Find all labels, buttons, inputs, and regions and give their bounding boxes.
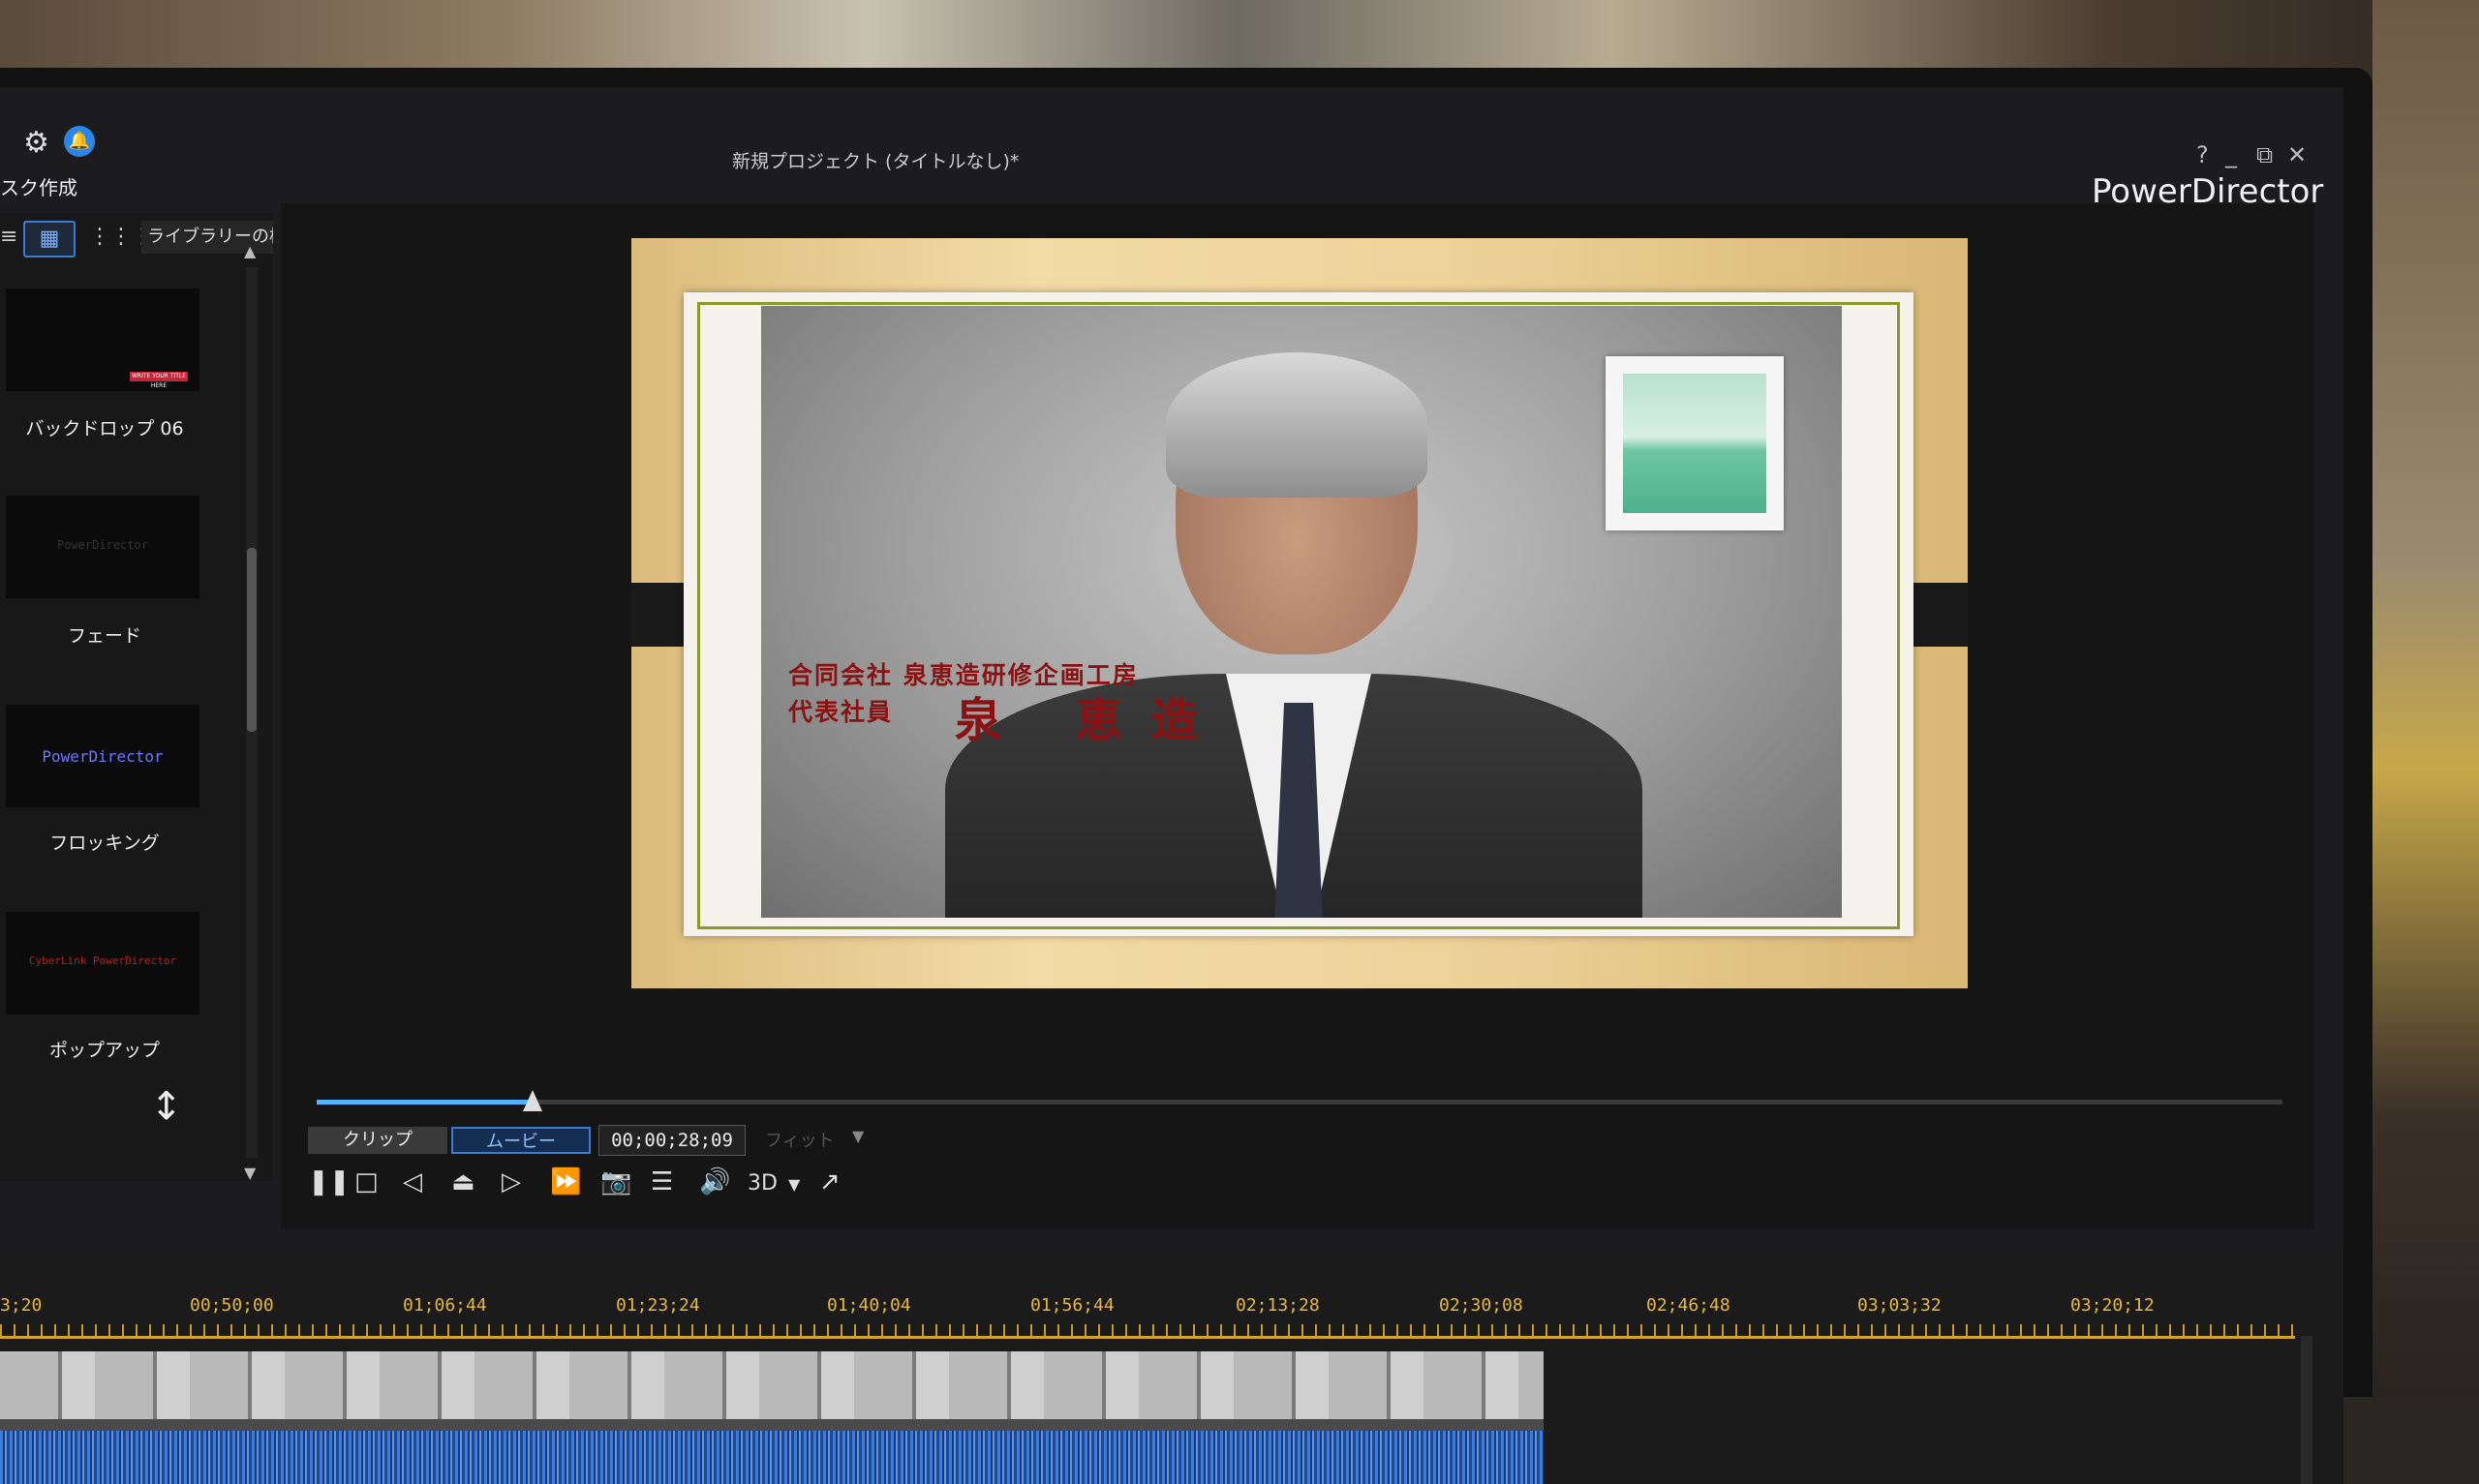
pause-icon[interactable]: ❚❚	[308, 1167, 351, 1196]
list-view-icon[interactable]: ≡	[0, 221, 17, 254]
large-grid-view-icon[interactable]: ▦	[23, 221, 76, 257]
seek-handle[interactable]	[523, 1090, 543, 1111]
clip-audio-waveform	[0, 1431, 1544, 1484]
ruler-label: 03;20;12	[2070, 1295, 2155, 1316]
library-tile-label: ポップアップ	[48, 1040, 160, 1061]
fast-forward-icon[interactable]: ⏩	[550, 1167, 581, 1196]
ruler-label: 01;06;44	[403, 1295, 487, 1316]
painting-canvas	[1623, 374, 1766, 513]
stop-icon[interactable]: □	[354, 1167, 379, 1196]
seek-progress	[317, 1100, 534, 1105]
app-window: ⚙ 🔔 スク作成 新規プロジェクト (タイトルなし)* ? _ ⧉ ✕ Powe…	[0, 87, 2343, 1484]
disc-create-label[interactable]: スク作成	[0, 172, 77, 200]
fit-zoom-select[interactable]: フィット	[765, 1127, 835, 1152]
small-grid-view-icon[interactable]: ⋮⋮⋮	[89, 221, 153, 254]
library-tile-label: フロッキング	[49, 833, 160, 854]
monitor-bezel: ⚙ 🔔 スク作成 新規プロジェクト (タイトルなし)* ? _ ⧉ ✕ Powe…	[0, 68, 2372, 1484]
3d-dropdown-icon[interactable]: ▼	[788, 1175, 800, 1194]
close-icon[interactable]: ✕	[2287, 141, 2307, 168]
settings-gear-icon[interactable]: ⚙	[23, 126, 49, 160]
library-scrollbar[interactable]	[246, 267, 258, 1158]
tile-thumb-text: PowerDirector	[57, 538, 148, 552]
library-tile-label: フェード	[67, 625, 141, 647]
wall-painting	[1606, 356, 1784, 530]
room-background-right	[2372, 0, 2479, 1397]
ruler-label: 01;23;24	[616, 1295, 700, 1316]
clip-thumbnails	[0, 1351, 1544, 1419]
resize-handle-icon[interactable]: ↕	[150, 1084, 183, 1129]
library-scroll-thumb[interactable]	[247, 548, 257, 732]
caption-role: 代表社員	[788, 698, 894, 726]
video-clip[interactable]	[0, 1351, 1544, 1484]
minimize-icon[interactable]: _	[2225, 141, 2237, 168]
undock-preview-icon[interactable]: ↗	[819, 1167, 841, 1196]
timecode-display[interactable]: 00;00;28;09	[598, 1125, 746, 1156]
ruler-label: 03;03;32	[1857, 1295, 1942, 1316]
ruler-label: 02;30;08	[1439, 1295, 1523, 1316]
timeline-scrollbar[interactable]	[2301, 1336, 2312, 1484]
next-frame-icon[interactable]: ▷	[502, 1167, 521, 1196]
prev-frame-icon[interactable]: ◁	[403, 1167, 422, 1196]
caption-name: 泉 恵造	[955, 693, 1227, 747]
scroll-down-icon[interactable]: ▼	[244, 1164, 256, 1182]
subtitle-icon[interactable]: ☰	[651, 1167, 673, 1196]
tile-thumb-text: WRITE YOUR TITLE HERE	[130, 372, 188, 389]
movie-mode-tab[interactable]: ムービー	[451, 1127, 591, 1154]
video-frame: 合同会社 泉恵造研修企画工房 代表社員 泉 恵造	[761, 306, 1842, 918]
project-title: 新規プロジェクト (タイトルなし)*	[732, 151, 1020, 172]
ruler-label: 01;56;44	[1030, 1295, 1115, 1316]
library-tile-label: バックドロップ 06	[25, 418, 184, 439]
clip-mode-tab[interactable]: クリップ	[308, 1127, 447, 1154]
ruler-label: 01;40;04	[827, 1295, 911, 1316]
library-panel: ≡ ▦ ⋮⋮⋮ ライブラリーの検索 WRITE YOUR TITLE HERE …	[0, 213, 273, 1182]
tile-thumb-text: PowerDirector	[42, 747, 164, 766]
export-frame-icon[interactable]: ⏏	[451, 1167, 475, 1196]
help-icon[interactable]: ?	[2196, 141, 2209, 168]
library-tile-backdrop[interactable]: WRITE YOUR TITLE HERE	[6, 288, 199, 391]
library-tile-flocking[interactable]: PowerDirector	[6, 705, 199, 807]
person-hair	[1166, 352, 1427, 498]
notification-bell-icon[interactable]: 🔔	[64, 126, 95, 157]
ruler-label: 02;46;48	[1646, 1295, 1730, 1316]
title-card: 合同会社 泉恵造研修企画工房 代表社員 泉 恵造	[684, 292, 1913, 936]
fit-dropdown-icon[interactable]: ▼	[852, 1127, 864, 1145]
ruler-label: 02;13;28	[1236, 1295, 1320, 1316]
library-tile-fade[interactable]: PowerDirector	[6, 496, 199, 598]
volume-icon[interactable]: 🔊	[699, 1167, 730, 1196]
scroll-up-icon[interactable]: ▲	[244, 242, 256, 260]
tile-thumb-text: CyberLink PowerDirector	[28, 954, 177, 967]
3d-toggle[interactable]: 3D	[748, 1171, 778, 1196]
ruler-label: 3;20	[0, 1295, 43, 1316]
library-tile-popup[interactable]: CyberLink PowerDirector	[6, 912, 199, 1015]
restore-icon[interactable]: ⧉	[2256, 141, 2273, 168]
ruler-label: 00;50;00	[190, 1295, 274, 1316]
timeline-panel: 3;20 00;50;00 01;06;44 01;23;24 01;40;04…	[0, 1249, 2343, 1484]
seek-bar[interactable]	[317, 1090, 2282, 1111]
snapshot-camera-icon[interactable]: 📷	[600, 1167, 631, 1196]
preview-frame[interactable]: 合同会社 泉恵造研修企画工房 代表社員 泉 恵造	[631, 238, 1968, 988]
timeline-ruler-line	[0, 1336, 2295, 1339]
